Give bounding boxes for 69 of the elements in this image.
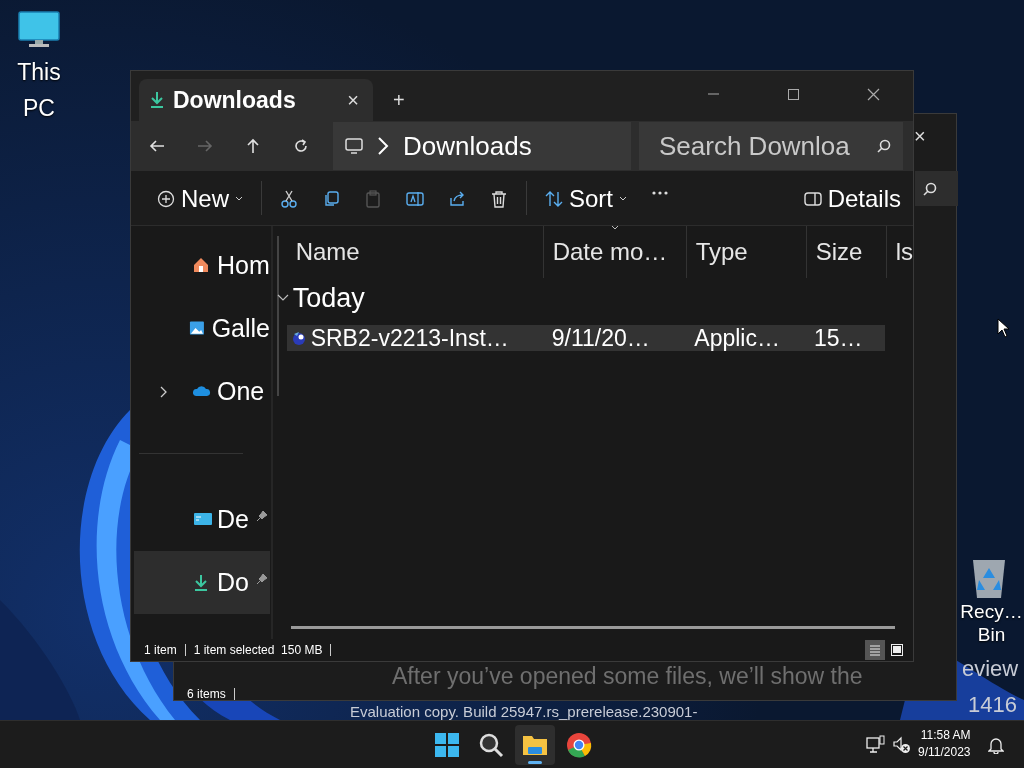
status-text: 6 items: [187, 688, 235, 700]
chevron-right-icon: [377, 137, 389, 155]
app-icon: [290, 330, 307, 346]
group-header: Today: [292, 281, 365, 315]
caret-icon: [619, 196, 628, 202]
details-pane-icon: [803, 190, 822, 208]
sidebar-item[interactable]: Hom: [134, 234, 270, 297]
column-header[interactable]: Name: [286, 226, 544, 278]
search-field[interactable]: Search Downloa: [639, 122, 903, 170]
rename-icon: [406, 190, 424, 208]
search-icon[interactable]: [877, 139, 891, 153]
list-icon: [868, 643, 882, 657]
copy-icon: [322, 190, 340, 208]
new-tab-button[interactable]: +: [387, 85, 411, 115]
new-button[interactable]: New: [145, 177, 255, 221]
chevron-right-icon[interactable]: [159, 385, 168, 398]
cursor-icon: [997, 318, 1011, 338]
address-segment[interactable]: Downloads: [403, 126, 532, 166]
column-header[interactable]: Type: [686, 226, 807, 278]
share-icon: [448, 190, 466, 208]
scissors-icon: [280, 190, 298, 208]
up-arrow-icon[interactable]: [245, 138, 261, 154]
network-icon[interactable]: [866, 735, 886, 755]
sort-caret-icon: [610, 225, 619, 230]
close-icon[interactable]: [866, 87, 880, 101]
refresh-icon[interactable]: [293, 138, 309, 154]
watermark-text: Evaluation copy. Build 25947.rs_prerelease.230901-: [350, 702, 698, 722]
search-box[interactable]: [915, 171, 958, 206]
volume-muted-icon[interactable]: [893, 736, 911, 754]
clipboard-icon: [364, 190, 382, 208]
caret-icon: [235, 196, 243, 202]
sidebar-item[interactable]: De: [134, 488, 270, 551]
sort-button[interactable]: Sort: [533, 177, 640, 221]
column-header[interactable]: ls: [886, 226, 913, 278]
sidebar-item[interactable]: One: [134, 360, 270, 423]
monitor-icon: [345, 138, 363, 154]
search-icon[interactable]: [923, 181, 937, 196]
details-button[interactable]: Details: [791, 177, 913, 221]
address-bar[interactable]: Downloads: [333, 122, 631, 170]
empty-message: After you’ve opened some files, we’ll show the: [392, 662, 863, 691]
clock[interactable]: 11:58 AM 9/11/2023: [918, 727, 971, 761]
trash-icon: [490, 190, 508, 208]
sidebar-item[interactable]: Galle: [134, 297, 270, 360]
more-icon: [651, 190, 670, 196]
watermark-text: 1416: [968, 691, 1017, 719]
chevron-down-icon[interactable]: [276, 294, 289, 302]
window-tab[interactable]: Downloads ×: [139, 79, 373, 121]
taskbar-button[interactable]: [515, 725, 555, 765]
close-tab-button[interactable]: ×: [343, 90, 363, 110]
status-text: 1 item: [144, 644, 186, 656]
desktop-icon-label[interactable]: This PC: [14, 54, 64, 126]
start-icon[interactable]: [433, 731, 461, 759]
tab-title: Downloads: [173, 85, 297, 115]
sidebar-item[interactable]: Do: [134, 551, 270, 614]
tiles-icon: [890, 643, 904, 657]
close-button[interactable]: ×: [910, 126, 930, 146]
sort-icon: [545, 190, 563, 208]
maximize-icon[interactable]: [786, 87, 800, 101]
plus-circle-icon: [157, 190, 175, 208]
download-icon: [149, 91, 165, 109]
search-icon[interactable]: [477, 731, 505, 759]
status-text: 1 item selected 150 MB: [193, 644, 332, 656]
column-header[interactable]: Date mo…: [543, 226, 687, 278]
file-row[interactable]: SRB2-v2213-Inst… 9/11/20… Applic… 15…: [286, 325, 885, 351]
back-icon[interactable]: [149, 138, 165, 154]
column-header[interactable]: Size: [806, 226, 887, 278]
chrome-icon[interactable]: [565, 731, 593, 759]
bell-icon[interactable]: [988, 736, 1004, 754]
desktop-icon-label[interactable]: Recy… Bin: [960, 600, 1023, 646]
